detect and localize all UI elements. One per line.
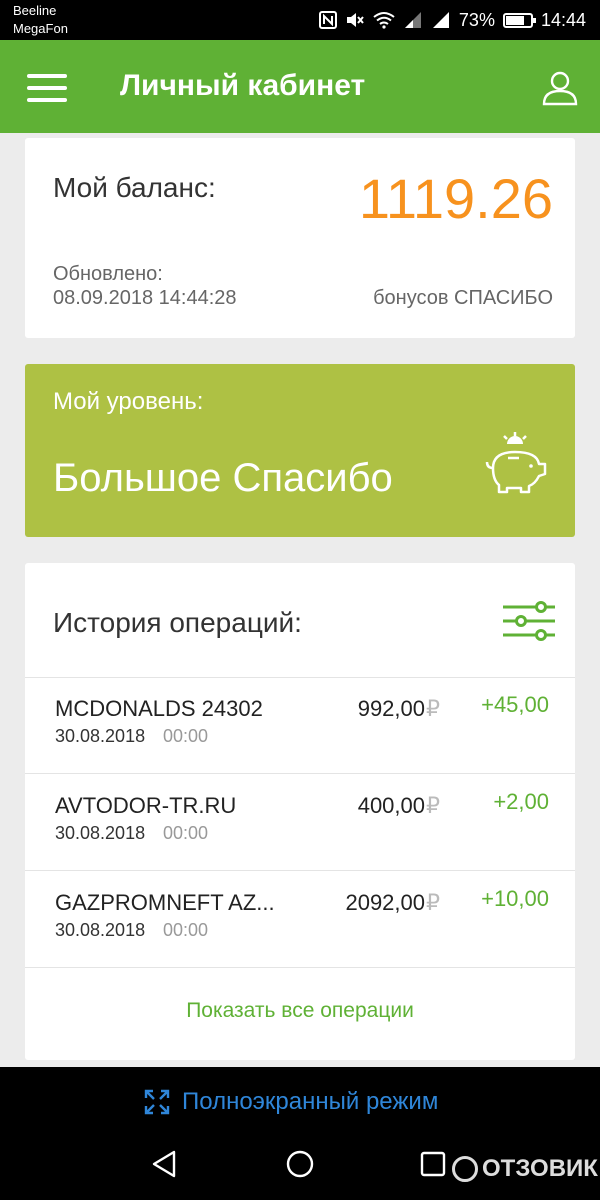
battery-icon: [502, 12, 536, 28]
nfc-icon: [318, 11, 337, 29]
operation-date: 30.08.2018: [55, 726, 146, 746]
watermark: ОТЗОВИК: [452, 1155, 598, 1183]
piggy-bank-icon: [485, 432, 547, 494]
divider: [25, 870, 575, 871]
home-icon[interactable]: [285, 1149, 315, 1179]
operation-time: 00:00: [163, 726, 209, 746]
watermark-text: ОТЗОВИК: [482, 1155, 598, 1182]
operation-amount: 400,00: [357, 793, 425, 818]
merchant-name: MCDONALDS 24302: [55, 696, 263, 721]
ruble-sign: ₽: [426, 696, 440, 721]
operation-time: 00:00: [163, 920, 209, 940]
profile-icon[interactable]: [540, 68, 580, 108]
mute-icon: [346, 13, 364, 27]
carrier-primary: Beeline: [13, 3, 57, 18]
battery-percent: 73%: [458, 9, 495, 30]
page-title: Личный кабинет: [120, 69, 366, 102]
fullscreen-label: Полноэкранный режим: [182, 1088, 439, 1115]
recent-apps-icon[interactable]: [420, 1151, 446, 1177]
show-all-operations-link[interactable]: Показать все операции: [25, 999, 575, 1023]
fullscreen-button[interactable]: Полноэкранный режим: [144, 1087, 438, 1117]
signal-icon: [432, 12, 449, 28]
app-bar: Личный кабинет: [0, 40, 600, 133]
operation-amount: 992,00: [357, 696, 425, 721]
history-card: История операций: MCDONALDS 24302 30.08.…: [25, 563, 575, 1060]
level-value: Большое Спасибо: [53, 456, 393, 500]
wifi-icon: [373, 12, 395, 29]
expand-icon: [144, 1089, 170, 1115]
merchant-name: AVTODOR-TR.RU: [55, 793, 237, 818]
bottom-bar: Полноэкранный режим ОТЗОВИК: [0, 1067, 600, 1200]
bonus-unit-label: бонусов СПАСИБО: [373, 287, 553, 309]
operation-date: 30.08.2018: [55, 823, 146, 843]
menu-icon[interactable]: [27, 74, 67, 102]
back-icon[interactable]: [150, 1149, 180, 1179]
divider: [25, 967, 575, 968]
operation-time: 00:00: [163, 823, 209, 843]
ruble-sign: ₽: [426, 890, 440, 915]
history-title: История операций:: [53, 607, 302, 638]
level-card[interactable]: Мой уровень: Большое Спасибо: [25, 364, 575, 537]
carrier-secondary: MegaFon: [13, 21, 68, 36]
operation-row[interactable]: GAZPROMNEFT AZ... 30.08.2018 00:00 2092,…: [25, 872, 575, 968]
status-icons: 73% 14:44: [318, 8, 586, 32]
operation-row[interactable]: MCDONALDS 24302 30.08.2018 00:00 992,00 …: [25, 678, 575, 774]
signal-icon: [404, 12, 421, 28]
divider: [25, 773, 575, 774]
filter-icon[interactable]: [503, 601, 555, 641]
merchant-name: GAZPROMNEFT AZ...: [55, 890, 275, 915]
updated-label: Обновлено:: [53, 263, 163, 285]
level-label: Мой уровень:: [53, 388, 204, 415]
operation-amount: 2092,00: [345, 890, 425, 915]
bonus-amount: +2,00: [493, 789, 549, 814]
clock: 14:44: [540, 9, 586, 30]
bonus-amount: +45,00: [481, 692, 549, 717]
operation-date: 30.08.2018: [55, 920, 146, 940]
balance-card: Мой баланс: 1119.26 Обновлено: 08.09.201…: [25, 138, 575, 338]
operation-row[interactable]: AVTODOR-TR.RU 30.08.2018 00:00 400,00 ₽ …: [25, 775, 575, 871]
balance-value: 1119.26: [358, 167, 553, 230]
ruble-sign: ₽: [426, 793, 440, 818]
updated-timestamp: 08.09.2018 14:44:28: [53, 287, 237, 309]
balance-label: Мой баланс:: [53, 172, 216, 203]
status-bar: Beeline MegaFon 73% 14:44: [0, 0, 600, 40]
watermark-logo-icon: [452, 1156, 478, 1182]
bonus-amount: +10,00: [481, 886, 549, 911]
